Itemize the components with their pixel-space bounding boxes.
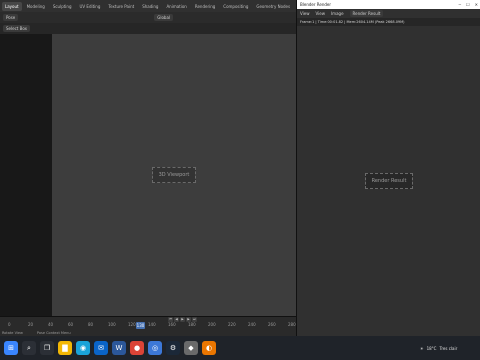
tab-animation[interactable]: Animation xyxy=(163,2,189,11)
chrome-icon[interactable]: ● xyxy=(130,341,144,355)
timeline-tick-60: 60 xyxy=(68,322,74,327)
timeline-tick-280: 280 xyxy=(288,322,296,327)
viewport-placeholder: 3D Viewport xyxy=(52,34,296,316)
weather-icon[interactable]: ☀ xyxy=(420,346,424,351)
task-view-icon[interactable]: ❐ xyxy=(40,341,54,355)
render-info-bar: Frame:1 | Time:00:01.82 | Mem:2604.14M (… xyxy=(297,18,480,26)
render-menu-view2[interactable]: View xyxy=(316,11,326,16)
tab-uv-editing[interactable]: UV Editing xyxy=(77,2,104,11)
mode-dropdown[interactable]: Pose xyxy=(3,14,19,21)
timeline-tick-160: 160 xyxy=(168,322,176,327)
timeline-tick-180: 180 xyxy=(188,322,196,327)
render-window-title: Blender Render xyxy=(300,2,332,7)
blender-main-window: Layout Modeling Sculpting UV Editing Tex… xyxy=(0,0,327,336)
tab-geometry-nodes[interactable]: Geometry Nodes xyxy=(253,2,293,11)
timeline-tick-120: 120 xyxy=(128,322,136,327)
weather-text: Tres clair xyxy=(439,345,458,351)
viewport-header: Pose Global xyxy=(0,12,296,23)
tab-compositing[interactable]: Compositing xyxy=(220,2,251,11)
app-icon[interactable]: ◆ xyxy=(184,341,198,355)
timeline-ruler[interactable]: 0 20 40 60 80 100 120 140 160 180 200 220 240 260 280 1… xyxy=(0,322,296,330)
render-title-bar: Blender Render ─ ☐ ✕ xyxy=(297,0,480,9)
workspace-tabs: Layout Modeling Sculpting UV Editing Tex… xyxy=(0,0,327,12)
file-explorer-icon[interactable]: ▇ xyxy=(58,341,72,355)
tab-layout[interactable]: Layout xyxy=(2,1,22,11)
tab-modeling[interactable]: Modeling xyxy=(24,2,48,11)
maximize-icon[interactable]: ☐ xyxy=(466,2,470,7)
tab-rendering[interactable]: Rendering xyxy=(192,2,218,11)
timeline-tick-40: 40 xyxy=(48,322,54,327)
timeline-tick-0: 0 xyxy=(8,322,11,327)
orientation-dropdown[interactable]: Global xyxy=(154,14,174,21)
timeline-tick-260: 260 xyxy=(268,322,276,327)
timeline-tick-80: 80 xyxy=(88,322,94,327)
camera-icon[interactable]: ◎ xyxy=(148,341,162,355)
3d-viewport[interactable]: 3D Viewport xyxy=(52,34,296,316)
current-frame-indicator[interactable]: 130 xyxy=(136,322,145,329)
render-placeholder: Render Result xyxy=(297,26,480,336)
select-box-dropdown[interactable]: Select Box xyxy=(3,25,31,32)
steam-icon[interactable]: ⚙ xyxy=(166,341,180,355)
search-icon[interactable]: ⌕ xyxy=(22,341,36,355)
temperature: 18°C xyxy=(426,345,437,351)
blender-icon[interactable]: ◐ xyxy=(202,341,216,355)
windows-taskbar: ⊞ ⌕ ❐ ▇ ◉ ✉ W ● ◎ ⚙ ◆ ◐ xyxy=(0,336,480,360)
mail-icon[interactable]: ✉ xyxy=(94,341,108,355)
minimize-icon[interactable]: ─ xyxy=(459,2,461,7)
render-placeholder-label: Render Result xyxy=(364,173,414,189)
tab-shading[interactable]: Shading xyxy=(139,2,161,11)
timeline-tick-240: 240 xyxy=(248,322,256,327)
render-menubar: View View Image Render Result xyxy=(297,9,480,18)
viewport-placeholder-label: 3D Viewport xyxy=(151,167,197,183)
word-icon[interactable]: W xyxy=(112,341,126,355)
timeline-tick-220: 220 xyxy=(228,322,236,327)
render-canvas[interactable]: Render Result xyxy=(297,26,480,336)
render-result-dropdown[interactable]: Render Result xyxy=(349,10,384,17)
viewport-left-region xyxy=(0,34,52,316)
timeline-tick-100: 100 xyxy=(108,322,116,327)
render-menu-view1[interactable]: View xyxy=(300,11,310,16)
system-tray: ☀ 18°C Tres clair xyxy=(420,340,457,356)
render-menu-image[interactable]: Image xyxy=(331,11,344,16)
start-icon[interactable]: ⊞ xyxy=(4,341,18,355)
edge-icon[interactable]: ◉ xyxy=(76,341,90,355)
tab-texture-paint[interactable]: Texture Paint xyxy=(105,2,137,11)
tool-header: Select Box xyxy=(0,23,296,34)
timeline-tick-140: 140 xyxy=(148,322,156,327)
render-window: Blender Render ─ ☐ ✕ View View Image Ren… xyxy=(296,0,480,336)
close-icon[interactable]: ✕ xyxy=(475,2,478,7)
tab-sculpting[interactable]: Sculpting xyxy=(50,2,75,11)
timeline[interactable]: ⏮ ◀ ▶ ▶ ⏭ 0 20 40 60 80 100 120 140 160 180 200 220… xyxy=(0,316,296,336)
timeline-tick-20: 20 xyxy=(28,322,34,327)
timeline-tick-200: 200 xyxy=(208,322,216,327)
